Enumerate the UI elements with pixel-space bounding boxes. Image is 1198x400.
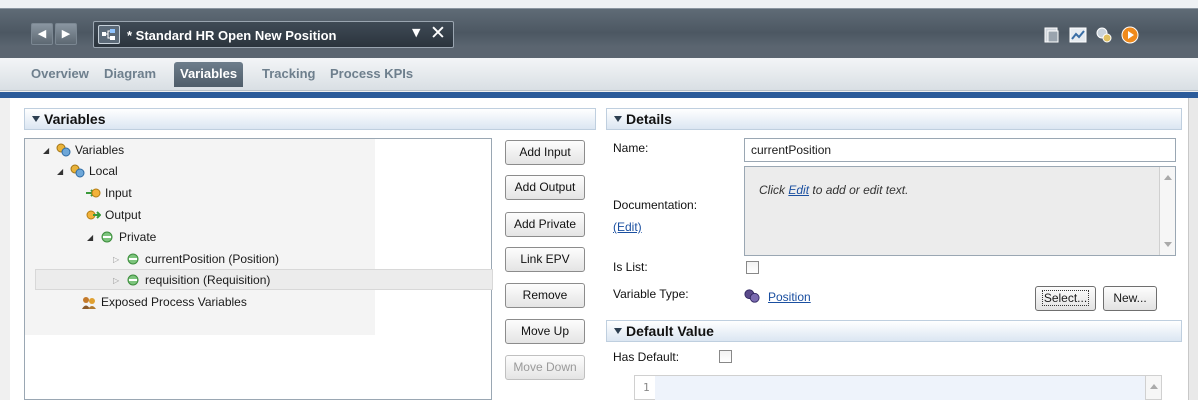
tree-item-exposed-process-variables[interactable]: Exposed Process Variables [81,292,247,312]
move-up-button[interactable]: Move Up [505,319,585,344]
tree-item-current-position[interactable]: ▷ currentPosition (Position) [113,249,279,269]
tree-item-variables[interactable]: ◢ Variables [43,140,124,160]
add-input-button[interactable]: Add Input [505,140,585,165]
expand-toggle-icon[interactable]: ◢ [87,233,99,242]
current-line-highlight [655,376,1145,400]
documentation-scrollbar[interactable] [1159,167,1175,255]
tab-tracking[interactable]: Tracking [262,66,315,81]
tree-item-label: currentPosition (Position) [145,252,280,266]
documentation-placeholder: Click Edit to add or edit text. [759,183,908,197]
default-value-panel-title: Default Value [626,323,714,339]
name-field[interactable]: currentPosition [744,138,1176,162]
has-default-checkbox[interactable] [719,350,732,363]
details-panel-header[interactable]: Details [606,108,1182,130]
tree-item-label: requisition (Requisition) [145,273,271,287]
editor-tab-title: * Standard HR Open New Position [127,28,337,43]
output-variable-icon [85,207,101,223]
editor-subtabs: Overview Diagram Variables Tracking Proc… [0,58,1198,91]
add-output-button[interactable]: Add Output [505,175,585,200]
variables-panel-title: Variables [44,111,106,127]
expand-toggle-icon[interactable]: ▷ [113,255,125,264]
tab-variables[interactable]: Variables [174,62,244,87]
line-number: 1 [643,381,650,394]
tree-item-label: Exposed Process Variables [101,295,247,309]
is-list-label: Is List: [613,260,648,274]
remove-button[interactable]: Remove [505,283,585,308]
editor-tab[interactable]: * Standard HR Open New Position ▼ ✕ [93,21,454,48]
tab-overview[interactable]: Overview [31,66,89,81]
collapse-icon [614,328,622,334]
editor-scrollbar[interactable] [1145,376,1161,399]
private-variable-icon [99,229,115,245]
new-type-button[interactable]: New... [1103,286,1157,311]
expand-toggle-icon[interactable]: ◢ [57,167,69,176]
name-label: Name: [613,141,649,155]
tree-item-label: Variables [75,143,125,157]
tree-item-private[interactable]: ◢ Private [87,227,156,247]
has-default-label: Has Default: [613,350,680,364]
title-bar: ◀ ▶ * Standard HR Open New Position ▼ ✕ [0,0,1198,58]
tree-item-requisition[interactable]: ▷ requisition (Requisition) [113,270,270,290]
add-private-button[interactable]: Add Private [505,212,585,237]
tree-item-label: Output [105,208,142,222]
doc-text-before: Click [759,183,789,197]
collapse-icon [614,116,622,122]
tab-diagram[interactable]: Diagram [104,66,156,81]
private-variable-icon [125,272,141,288]
chevron-down-icon[interactable]: ▼ [412,26,420,39]
is-list-checkbox[interactable] [746,261,759,274]
variable-type-link[interactable]: Position [768,290,811,304]
documentation-edit-link[interactable]: (Edit) [613,220,642,234]
right-arrow-icon[interactable]: ▶ [55,23,77,45]
variables-panel-header[interactable]: Variables [24,108,596,130]
chart-icon[interactable] [1068,25,1088,45]
top-strip [0,0,1198,9]
default-value-editor[interactable]: 1 [634,375,1162,400]
tree-item-label: Private [119,230,157,244]
business-object-icon [744,288,760,304]
collapse-icon [32,116,40,122]
doc-text-after: to add or edit text. [809,183,909,197]
variables-folder-icon [55,142,71,158]
select-type-button[interactable]: Select... [1035,286,1096,311]
variable-type-label: Variable Type: [613,287,689,301]
expand-toggle-icon[interactable]: ▷ [113,276,125,285]
details-panel-title: Details [626,111,672,127]
debug-icon[interactable] [1094,25,1114,45]
documentation-label: Documentation: [613,198,698,212]
left-arrow-icon[interactable]: ◀ [31,23,53,45]
close-icon[interactable]: ✕ [430,22,446,44]
select-type-button-label: Select... [1041,290,1090,306]
tree-item-local[interactable]: ◢ Local [57,161,118,181]
input-variable-icon [85,185,101,201]
link-epv-button[interactable]: Link EPV [505,247,585,272]
exposed-variables-icon [81,294,97,310]
tree-item-input[interactable]: Input [85,183,132,203]
page-scrollbar[interactable] [1188,98,1198,400]
local-folder-icon [69,163,85,179]
tab-process-kpis[interactable]: Process KPIs [330,66,413,81]
default-value-panel-header[interactable]: Default Value [606,320,1182,342]
private-variable-icon [125,251,141,267]
expand-toggle-icon[interactable]: ◢ [43,146,55,155]
doc-edit-link[interactable]: Edit [788,183,809,197]
tree-item-label: Local [89,164,118,178]
documentation-box[interactable]: Click Edit to add or edit text. [744,166,1176,256]
variables-tree[interactable]: ◢ Variables ◢ Local Input Output ◢ Priva… [24,138,493,400]
process-icon [98,25,120,44]
dashboard-icon[interactable] [1042,25,1062,45]
tree-item-output[interactable]: Output [85,205,141,225]
move-down-button: Move Down [505,355,585,380]
run-icon[interactable] [1120,25,1140,45]
toolbar-icons [1042,25,1140,45]
tree-item-label: Input [105,186,132,200]
